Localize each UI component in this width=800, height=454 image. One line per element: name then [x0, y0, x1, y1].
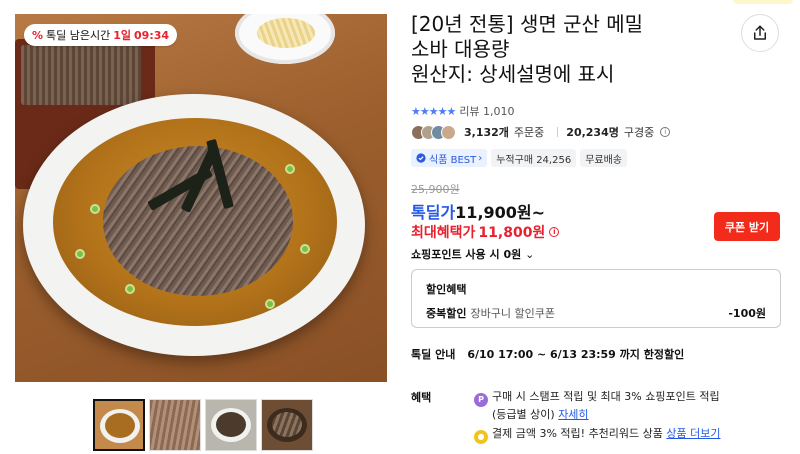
share-icon — [754, 25, 766, 40]
best-tag[interactable]: 식품 BEST › — [411, 149, 488, 167]
chevron-right-icon: › — [478, 152, 483, 164]
image-green-onion — [265, 299, 275, 309]
benefit-item-point: P 구매 시 스탬프 적립 및 최대 3% 쇼핑포인트 적립 (등급별 상이) 자… — [474, 389, 720, 422]
details-link[interactable]: 자세히 — [558, 408, 588, 421]
deal-price-label: 톡딜가 — [411, 203, 456, 222]
timer-time: 09:34 — [134, 28, 170, 42]
benefit-text: 구매 시 스탬프 적립 및 최대 3% 쇼핑포인트 적립 — [492, 390, 720, 403]
review-count-link[interactable]: 리뷰 1,010 — [459, 103, 514, 119]
point-p-icon: P — [474, 393, 488, 407]
product-origin: 원산지: 상세설명에 표시 — [411, 62, 615, 86]
product-title: [20년 전통] 생면 군산 메밀 소바 대용량 원산지: 상세설명에 표시 — [411, 12, 711, 87]
discount-row-title: 중복할인 — [426, 307, 467, 320]
thumbnail-3[interactable] — [205, 399, 257, 451]
max-benefit-price: 최대혜택가 11,800원 i — [411, 222, 560, 242]
deal-guide-label: 톡딜 안내 — [411, 348, 456, 361]
timer-prefix: 톡딜 남은시간 — [46, 29, 111, 42]
image-green-onion — [125, 284, 135, 294]
deal-price: 톡딜가11,900원~ — [411, 199, 545, 223]
best-tag-label: 식품 BEST — [429, 154, 477, 166]
top-tab-edge — [733, 0, 793, 4]
percent-icon: % — [32, 28, 44, 42]
benefit-label: 혜택 — [411, 391, 432, 404]
image-side-dish-food — [257, 18, 315, 48]
timer-days: 1일 — [113, 29, 132, 42]
image-green-onion — [300, 244, 310, 254]
discount-box: 할인혜택 중복할인 장바구니 할인쿠폰 -100원 — [411, 269, 781, 328]
avatar — [441, 124, 456, 140]
thumbnail-2[interactable] — [149, 399, 201, 451]
more-products-link[interactable]: 상품 더보기 — [666, 427, 720, 440]
cumulative-tag: 누적구매 24,256 — [491, 149, 577, 167]
image-green-onion — [90, 204, 100, 214]
views-label: 구경중 — [623, 126, 655, 139]
benefit-item-reward: ● 결제 금액 3% 적립! 추천리워드 상품 상품 더보기 — [474, 426, 721, 444]
share-button[interactable] — [741, 14, 779, 52]
orders-label: 주문중 — [513, 126, 545, 139]
max-benefit-value: 11,800원 — [478, 225, 546, 241]
benefit-text: (등급별 상이) — [492, 408, 555, 421]
divider — [557, 127, 559, 137]
deal-timer-badge: % 톡딜 남은시간 1일 09:34 — [24, 24, 178, 46]
thumbnail-4[interactable] — [261, 399, 313, 451]
views-count: 20,234명 — [566, 126, 619, 139]
max-benefit-label: 최대혜택가 — [411, 225, 476, 241]
orders-count: 3,132개 — [464, 126, 509, 139]
free-shipping-tag: 무료배송 — [580, 149, 628, 167]
info-icon[interactable]: i — [660, 127, 671, 137]
deal-price-value: 11,900원~ — [455, 203, 546, 222]
coupon-button[interactable]: 쿠폰 받기 — [714, 212, 780, 241]
main-product-image[interactable] — [15, 14, 387, 382]
chevron-down-icon: ⌄ — [525, 248, 535, 261]
thumbnail-strip — [93, 399, 313, 451]
discount-header: 할인혜택 — [426, 283, 467, 296]
deal-guide: 톡딜 안내 6/10 17:00 ~ 6/13 23:59 까지 한정할인 — [411, 346, 684, 362]
point-use-dropdown[interactable]: 쇼핑포인트 사용 시 0원 ⌄ — [411, 246, 534, 262]
discount-amount: -100원 — [728, 307, 766, 320]
thumbnail-1[interactable] — [93, 399, 145, 451]
deal-guide-period: 6/10 17:00 ~ 6/13 23:59 까지 한정할인 — [467, 348, 685, 361]
product-tags: 식품 BEST › 누적구매 24,256 무료배송 — [411, 149, 628, 167]
image-green-onion — [285, 164, 295, 174]
rating-stars: ★★★★★ — [411, 104, 456, 118]
coin-icon: ● — [474, 430, 488, 444]
info-icon[interactable]: i — [549, 227, 560, 237]
social-stats: 3,132개 주문중 20,234명 구경중 i — [411, 124, 671, 140]
point-use-label: 쇼핑포인트 사용 시 0원 — [411, 248, 522, 261]
badge-check-icon — [416, 153, 426, 163]
product-title-line: 소바 대용량 — [411, 37, 510, 61]
original-price: 25,900원 — [411, 183, 460, 196]
product-title-line: [20년 전통] 생면 군산 메밀 — [411, 12, 644, 36]
benefit-text: 결제 금액 3% 적립! 추천리워드 상품 — [492, 427, 663, 440]
image-green-onion — [75, 249, 85, 259]
discount-row-sub: 장바구니 할인쿠폰 — [470, 307, 555, 320]
discount-row: 중복할인 장바구니 할인쿠폰 — [426, 305, 555, 321]
rating-row[interactable]: ★★★★★ 리뷰 1,010 — [411, 103, 515, 119]
buyer-avatars — [411, 124, 456, 140]
